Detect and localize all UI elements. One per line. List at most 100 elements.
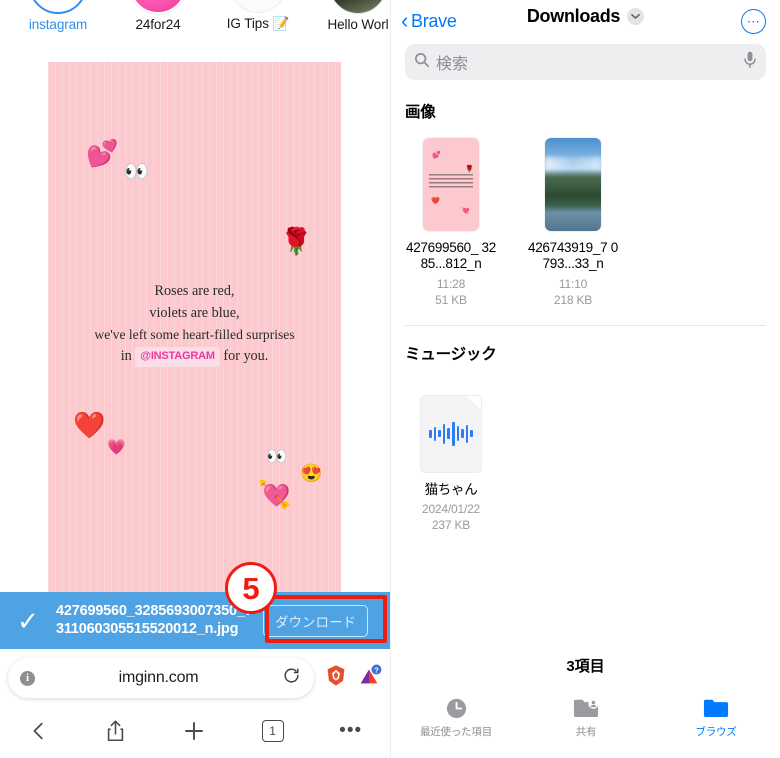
files-nav-bar: ‹ Brave Downloads ⋯: [391, 0, 780, 36]
section-images: 画像 💕 🌹 ❤️ 💘 427699560_ 3285...812_n 11:2…: [391, 84, 780, 307]
page-info-icon[interactable]: i: [20, 670, 35, 686]
thumbnail-wrap: [527, 136, 619, 231]
mini-heart-icon: 💕: [432, 152, 441, 159]
chevron-down-icon[interactable]: [627, 8, 645, 25]
file-name: 427699560_ 3285...812_n: [406, 240, 496, 272]
highlight-label: IG Tips 📝: [226, 16, 290, 31]
folder-icon: [651, 694, 780, 722]
tab-switcher[interactable]: 1: [261, 720, 284, 742]
share-icon[interactable]: [105, 719, 126, 743]
highlight-avatar-icon: [129, 0, 187, 14]
back-icon[interactable]: [28, 720, 50, 742]
instagram-highlights-strip: instagram 24for24 IG Tips 📝 Hello Worl: [0, 0, 390, 32]
file-size: 218 KB: [553, 292, 593, 307]
tab-count-label: 1: [261, 720, 284, 742]
heart-emoji: 💕: [86, 138, 119, 168]
address-bar[interactable]: i imginn.com: [8, 658, 314, 698]
chevron-left-icon: ‹: [401, 8, 409, 33]
rose-emoji: 🌹: [280, 226, 313, 256]
file-name: 猫ちゃん: [424, 481, 478, 497]
tab-recents[interactable]: 最近使った項目: [391, 694, 521, 739]
highlight-label: Hello Worl: [327, 17, 389, 32]
tab-shared[interactable]: 共有: [521, 694, 651, 739]
instagram-poster-image[interactable]: 💕 👀 🌹 ❤️ 💗 👀 😍 💘 Roses are red, violets …: [48, 62, 341, 622]
poem-line-4: in @INSTAGRAM for you.: [48, 345, 341, 368]
brave-browser-panel: instagram 24for24 IG Tips 📝 Hello Worl 💕…: [0, 0, 390, 758]
red-heart-emoji: ❤️: [73, 410, 106, 440]
file-size: 237 KB: [431, 518, 471, 533]
more-options-icon[interactable]: •••: [339, 720, 362, 742]
thumbnail-wrap: 💕 🌹 ❤️ 💘: [405, 136, 497, 231]
section-music: ミュージック 猫ちゃん 2024/01/22 237 KB: [391, 326, 780, 532]
instagram-handle-badge: @INSTAGRAM: [135, 347, 220, 368]
heart-with-arrow-emoji: 💘: [258, 480, 292, 510]
file-size: 51 KB: [435, 292, 467, 307]
screenshot-root: instagram 24for24 IG Tips 📝 Hello Worl 💕…: [0, 0, 780, 758]
highlight-avatar-icon: [29, 0, 87, 14]
highlight-item-hello-world[interactable]: Hello Worl: [308, 0, 390, 32]
shared-folder-icon: [521, 694, 651, 722]
file-name: 426743919_7 0793...33_n: [528, 240, 618, 272]
poem-suffix: for you.: [223, 348, 269, 365]
mini-poem-lines: [429, 174, 473, 192]
more-actions-button[interactable]: ⋯: [741, 8, 766, 34]
section-title: 画像: [405, 104, 436, 121]
reload-icon[interactable]: [282, 666, 302, 690]
file-thumbnail-landscape: [545, 138, 601, 231]
poem-line-1: Roses are red,: [154, 283, 235, 299]
thumbnail-wrap: [405, 378, 497, 473]
small-pink-heart-emoji: 💗: [107, 439, 126, 456]
svg-text:?: ?: [374, 665, 379, 674]
files-app-panel: ‹ Brave Downloads ⋯ 検索 画像 💕 🌹 ❤️ 💘 42769…: [390, 0, 780, 758]
mini-heart-icon-3: 💘: [461, 208, 470, 215]
brave-shields-icon[interactable]: ?: [358, 664, 382, 693]
checkmark-icon: ✓: [17, 605, 39, 636]
download-button[interactable]: ダウンロード: [263, 604, 368, 637]
url-text[interactable]: imginn.com: [35, 669, 282, 687]
annotation-step-badge: 5: [225, 562, 277, 614]
file-thumbnail-audio-document: [420, 394, 482, 473]
highlight-item-ig-tips[interactable]: IG Tips 📝: [208, 0, 308, 32]
mini-rose-icon: 🌹: [465, 166, 474, 173]
tab-label: 共有: [575, 726, 597, 738]
mini-heart-icon-2: ❤️: [431, 198, 440, 205]
highlight-label: 24for24: [135, 17, 181, 32]
poster-poem: Roses are red, violets are blue, we've l…: [48, 280, 341, 368]
back-to-brave-button[interactable]: ‹ Brave: [401, 10, 457, 32]
search-input[interactable]: 検索: [405, 44, 766, 80]
section-title: ミュージック: [405, 345, 497, 363]
highlight-item-24for24[interactable]: 24for24: [108, 0, 208, 32]
smiling-hearts-emoji: 😍: [300, 463, 323, 483]
download-notification-bar: ✓ 427699560_3285693007350_73110603055155…: [0, 592, 390, 649]
clock-icon: [391, 694, 521, 722]
file-grid: 猫ちゃん 2024/01/22 237 KB: [405, 364, 766, 532]
file-item[interactable]: 💕 🌹 ❤️ 💘 427699560_ 3285...812_n 11:28 5…: [405, 136, 497, 307]
download-filename: 427699560_3285693007350_7311060305515520…: [56, 603, 253, 637]
file-item[interactable]: 426743919_7 0793...33_n 11:10 218 KB: [527, 136, 619, 307]
tab-browse[interactable]: ブラウズ: [651, 694, 780, 739]
search-placeholder: 検索: [436, 56, 469, 73]
file-grid: 💕 🌹 ❤️ 💘 427699560_ 3285...812_n 11:28 5…: [405, 122, 766, 307]
eyes-emoji: 👀: [124, 161, 149, 183]
audio-waveform-icon: [421, 421, 481, 447]
page-fold-corner: [467, 395, 481, 410]
highlight-label: instagram: [28, 17, 88, 32]
page-title: Downloads: [526, 6, 621, 26]
tab-label: ブラウズ: [695, 726, 737, 738]
item-count-label: 3項目: [566, 658, 605, 675]
file-date: 2024/01/22: [421, 502, 481, 517]
search-wrap: 検索: [391, 36, 780, 84]
files-tab-bar: 最近使った項目 共有 ブラウズ: [391, 686, 780, 758]
poem-prefix: in: [120, 348, 132, 365]
highlight-item-instagram[interactable]: instagram: [8, 0, 108, 32]
browser-bottom-toolbar: 1 •••: [0, 704, 390, 758]
new-tab-icon[interactable]: [182, 719, 206, 743]
file-thumbnail-pink-poster: 💕 🌹 ❤️ 💘: [423, 138, 479, 231]
poem-line-3: we've left some heart-filled surprises: [94, 327, 295, 342]
brave-lion-icon[interactable]: [325, 664, 347, 692]
search-icon: [414, 52, 430, 73]
microphone-icon[interactable]: [743, 51, 757, 74]
poem-line-2: violets are blue,: [149, 305, 240, 321]
file-item[interactable]: 猫ちゃん 2024/01/22 237 KB: [405, 378, 497, 532]
tab-label: 最近使った項目: [419, 726, 493, 738]
